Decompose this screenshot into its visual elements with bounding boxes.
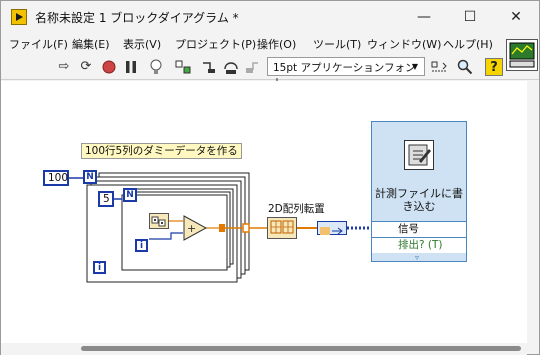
minimize-button[interactable]: — [401,1,447,33]
menu-edit[interactable]: 編集(E) [72,36,110,52]
menu-bar: ファイル(F) 編集(E) 表示(V) プロジェクト(P) 操作(O) ツール(… [1,33,539,53]
horizontal-scrollbar[interactable] [1,343,527,355]
convert-to-dynamic-data-icon[interactable] [317,221,347,235]
run-icon[interactable]: ⇨ [56,59,72,75]
menu-operate[interactable]: 操作(O) [257,36,296,52]
horizontal-scroll-thumb[interactable] [81,346,521,351]
menu-project[interactable]: プロジェクト(P) [175,36,256,52]
menu-help[interactable]: ヘルプ(H) [443,36,493,52]
outer-loop-i-terminal[interactable]: i [93,261,106,274]
menu-tools[interactable]: ツール(T) [313,36,361,52]
inner-loop-i-terminal[interactable]: i [135,239,148,252]
write-measurement-file-express-vi[interactable]: 計測ファイルに書き込む 信号 排出? (T) ▿ [371,121,467,262]
transpose-array-function[interactable] [267,217,297,239]
svg-text:+: + [187,222,196,235]
expand-arrow-icon[interactable]: ▿ [415,253,419,262]
title-bar: 名称未設定 1 ブロックダイアグラム * — ☐ ✕ [1,1,539,33]
transpose-label: 2D配列転置 [268,203,325,215]
comment-label[interactable]: 100行5列のダミーデータを作る [81,143,242,159]
abort-icon[interactable] [101,59,117,75]
maximize-button[interactable]: ☐ [447,1,493,33]
random-number-icon[interactable] [149,213,169,229]
menu-view[interactable]: 表示(V) [123,36,161,52]
step-over-icon[interactable] [223,59,239,75]
menu-file[interactable]: ファイル(F) [9,36,68,52]
block-diagram-window: 名称未設定 1 ブロックダイアグラム * — ☐ ✕ ファイル(F) 編集(E)… [0,0,540,355]
retain-wire-values-icon[interactable] [175,59,191,75]
run-continuously-icon[interactable]: ⟳ [78,59,94,75]
vi-icon[interactable] [506,39,538,71]
window-title: 名称未設定 1 ブロックダイアグラム * [35,11,239,25]
menu-window[interactable]: ウィンドウ(W) [367,36,441,52]
context-help-button[interactable]: ? [485,58,503,76]
close-button[interactable]: ✕ [493,1,539,33]
express-extract-input[interactable]: 排出? (T) [372,237,466,253]
express-signal-input[interactable]: 信号 [372,221,466,237]
pause-icon[interactable] [123,59,139,75]
step-out-icon[interactable] [244,59,260,75]
toolbar: ⇨ ⟳ 15pt アプリケーションフォント ▼ [1,53,539,89]
chevron-down-icon: ▼ [411,62,418,71]
block-diagram-canvas[interactable]: 100行5列のダミーデータを作る 100 N 5 N + i i 2D配列転置 … [1,81,527,343]
write-file-icon [404,140,434,170]
vertical-scrollbar[interactable] [527,81,539,343]
step-into-icon[interactable] [201,59,217,75]
add-function[interactable]: + [183,215,208,241]
highlight-execution-icon[interactable] [148,59,164,75]
outer-loop-n-terminal[interactable]: N [83,170,97,184]
labview-app-icon [11,9,27,25]
search-icon[interactable] [457,59,473,75]
font-select[interactable]: 15pt アプリケーションフォント ▼ [267,57,425,89]
align-objects-icon[interactable] [431,59,447,75]
express-vi-title: 計測ファイルに書き込む [375,187,463,213]
inner-loop-n-terminal[interactable]: N [123,188,137,202]
outer-count-constant[interactable]: 100 [43,170,69,186]
inner-count-constant[interactable]: 5 [98,191,114,207]
